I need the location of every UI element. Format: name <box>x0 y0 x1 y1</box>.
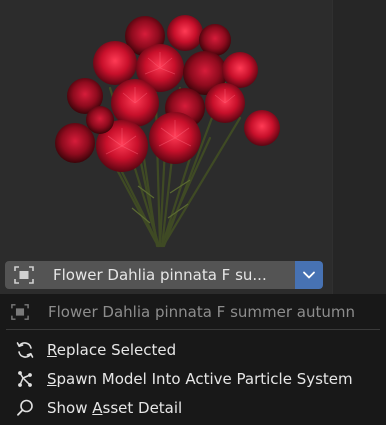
menu-item-label: Spawn Model Into Active Particle System <box>47 370 353 388</box>
asset-icon <box>11 304 29 320</box>
asset-icon <box>14 266 34 284</box>
refresh-icon <box>14 339 36 361</box>
chevron-down-icon <box>303 271 315 279</box>
menu-separator <box>6 329 380 330</box>
menu-item-label: Replace Selected <box>47 341 177 359</box>
particles-icon <box>14 368 36 390</box>
menu-header: Flower Dahlia pinnata F summer autumn <box>10 301 355 323</box>
menu-title: Flower Dahlia pinnata F summer autumn <box>48 303 355 321</box>
asset-thumbnail[interactable] <box>40 8 290 253</box>
menu-item-replace-selected[interactable]: Replace Selected <box>14 339 374 361</box>
asset-preview-panel: Flower Dahlia pinnata F su... <box>0 0 332 294</box>
asset-selector[interactable]: Flower Dahlia pinnata F su... <box>5 261 323 289</box>
sidebar-region <box>332 0 386 294</box>
menu-item-show-asset-detail[interactable]: Show Asset Detail <box>14 397 374 419</box>
search-icon <box>14 397 36 419</box>
menu-item-label: Show Asset Detail <box>47 399 183 417</box>
blender-asset-browser: Flower Dahlia pinnata F su... Flower Dah… <box>0 0 386 425</box>
asset-selector-label: Flower Dahlia pinnata F su... <box>53 266 267 284</box>
menu-item-spawn-model[interactable]: Spawn Model Into Active Particle System <box>14 368 374 390</box>
asset-dropdown-button[interactable] <box>295 261 323 289</box>
asset-context-menu: Flower Dahlia pinnata F summer autumn Re… <box>0 294 386 425</box>
asset-selector-field[interactable]: Flower Dahlia pinnata F su... <box>5 261 295 289</box>
